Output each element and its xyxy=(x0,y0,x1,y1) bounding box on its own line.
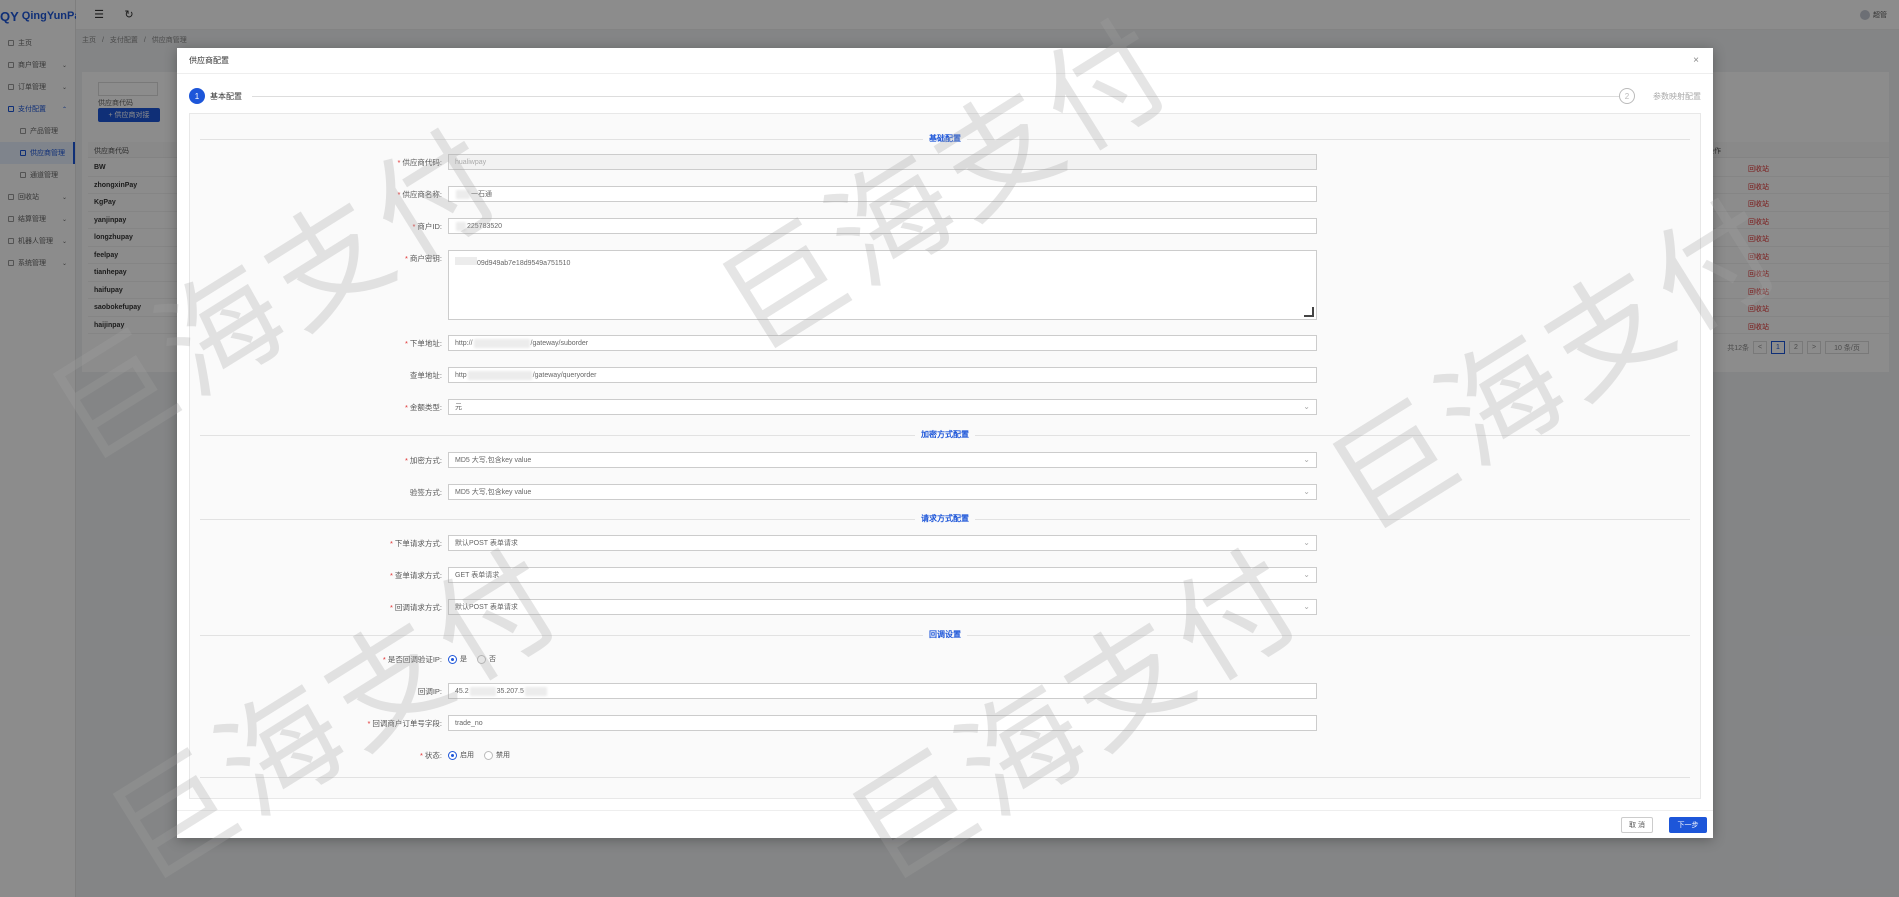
field-label: * 状态: xyxy=(419,751,442,760)
section-encrypt: 加密方式配置 xyxy=(200,428,1690,442)
callback-request-select[interactable]: 默认POST 表单请求 ⌄ xyxy=(448,599,1317,615)
step-2-label: 参数映射配置 xyxy=(1653,92,1701,101)
form-row-code: * 供应商代码: hualiwpay xyxy=(190,154,1702,170)
status-radio-group: 启用 禁用 xyxy=(448,750,510,760)
field-label: * 供应商名称: xyxy=(397,190,442,199)
field-label: * 供应商代码: xyxy=(397,158,442,167)
section-title: 回调设置 xyxy=(923,629,967,640)
dialog-header: 供应商配置 × xyxy=(177,48,1713,74)
section-request: 请求方式配置 xyxy=(200,512,1690,526)
encrypt-method-select[interactable]: MD5 大写,包含key value ⌄ xyxy=(448,452,1317,468)
close-icon[interactable]: × xyxy=(1689,54,1703,68)
field-label: * 加密方式: xyxy=(404,456,442,465)
next-step-button[interactable]: 下一步 xyxy=(1669,817,1707,833)
amount-type-select[interactable]: 元 ⌄ xyxy=(448,399,1317,415)
resize-handle-icon[interactable] xyxy=(1304,307,1314,317)
section-title: 加密方式配置 xyxy=(915,429,975,440)
chevron-down-icon: ⌄ xyxy=(1303,455,1310,464)
cancel-button[interactable]: 取 消 xyxy=(1621,817,1653,833)
form-row-query-url: 查单地址: http/gateway/queryorder xyxy=(190,367,1702,383)
status-disabled-radio[interactable]: 禁用 xyxy=(484,750,510,760)
form-row-name: * 供应商名称: 一石通 xyxy=(190,186,1702,202)
chevron-down-icon: ⌄ xyxy=(1303,570,1310,579)
form-row-order-url: * 下单地址: http:///gateway/suborder xyxy=(190,335,1702,351)
merchant-key-textarea[interactable]: 09d949ab7e18d9549a751510 xyxy=(448,250,1317,320)
field-label: * 回调商户订单号字段: xyxy=(367,719,442,728)
step-connector xyxy=(252,96,1619,97)
callback-ip-field[interactable]: 45.2 35.207.5 xyxy=(448,683,1317,699)
ip-verify-no-radio[interactable]: 否 xyxy=(477,654,496,664)
dialog-title: 供应商配置 xyxy=(189,56,229,65)
section-title: 基础配置 xyxy=(923,133,967,144)
field-label: * 查单请求方式: xyxy=(389,571,442,580)
form-row-encrypt: * 加密方式: MD5 大写,包含key value ⌄ xyxy=(190,452,1702,468)
section-basic: 基础配置 xyxy=(200,132,1690,146)
order-url-field[interactable]: http:///gateway/suborder xyxy=(448,335,1317,351)
form-row-verify: 验签方式: MD5 大写,包含key value ⌄ xyxy=(190,484,1702,500)
steps: 1 基本配置 2 参数映射配置 xyxy=(189,88,1701,104)
supplier-code-field: hualiwpay xyxy=(448,154,1317,170)
divider xyxy=(200,777,1690,778)
field-label: * 回调请求方式: xyxy=(389,603,442,612)
chevron-down-icon: ⌄ xyxy=(1303,402,1310,411)
merchant-id-field[interactable]: 225783520 xyxy=(448,218,1317,234)
form-row-callback-request: * 回调请求方式: 默认POST 表单请求 ⌄ xyxy=(190,599,1702,615)
chevron-down-icon: ⌄ xyxy=(1303,602,1310,611)
ip-verify-radio-group: 是 否 xyxy=(448,654,496,664)
form-row-amount-type: * 金额类型: 元 ⌄ xyxy=(190,399,1702,415)
order-request-select[interactable]: 默认POST 表单请求 ⌄ xyxy=(448,535,1317,551)
form-row-order-field: * 回调商户订单号字段: trade_no xyxy=(190,715,1702,731)
step-1-indicator: 1 xyxy=(189,88,205,104)
field-label: 回调IP: xyxy=(417,687,442,696)
section-title: 请求方式配置 xyxy=(915,513,975,524)
form-row-ip-verify: * 是否回调验证IP: 是 否 xyxy=(190,651,1702,667)
query-request-select[interactable]: GET 表单请求 ⌄ xyxy=(448,567,1317,583)
field-label: * 商户ID: xyxy=(412,222,442,231)
supplier-config-dialog: 供应商配置 × 1 基本配置 2 参数映射配置 基础配置 * 供应商代码: hua… xyxy=(177,48,1713,838)
ip-verify-yes-radio[interactable]: 是 xyxy=(448,654,467,664)
field-label: * 下单地址: xyxy=(404,339,442,348)
dialog-footer: 取 消 下一步 xyxy=(177,810,1713,838)
form-row-merchant-key: * 商户密钥: 09d949ab7e18d9549a751510 xyxy=(190,250,1702,320)
field-label: * 是否回调验证IP: xyxy=(382,655,442,664)
callback-order-field[interactable]: trade_no xyxy=(448,715,1317,731)
step-1-label: 基本配置 xyxy=(210,92,242,101)
field-label: * 金额类型: xyxy=(404,403,442,412)
field-label: * 下单请求方式: xyxy=(389,539,442,548)
verify-method-select[interactable]: MD5 大写,包含key value ⌄ xyxy=(448,484,1317,500)
section-callback: 回调设置 xyxy=(200,628,1690,642)
status-enabled-radio[interactable]: 启用 xyxy=(448,750,474,760)
chevron-down-icon: ⌄ xyxy=(1303,538,1310,547)
form-area: 基础配置 * 供应商代码: hualiwpay * 供应商名称: 一石通 * 商户ID… xyxy=(189,113,1701,799)
field-label: * 商户密钥: xyxy=(404,254,442,263)
field-label: 验签方式: xyxy=(409,488,442,497)
form-row-merchant-id: * 商户ID: 225783520 xyxy=(190,218,1702,234)
form-row-status: * 状态: 启用 禁用 xyxy=(190,747,1702,763)
chevron-down-icon: ⌄ xyxy=(1303,487,1310,496)
supplier-name-field[interactable]: 一石通 xyxy=(448,186,1317,202)
form-row-order-request: * 下单请求方式: 默认POST 表单请求 ⌄ xyxy=(190,535,1702,551)
query-url-field[interactable]: http/gateway/queryorder xyxy=(448,367,1317,383)
form-row-callback-ip: 回调IP: 45.2 35.207.5 xyxy=(190,683,1702,699)
form-row-query-request: * 查单请求方式: GET 表单请求 ⌄ xyxy=(190,567,1702,583)
field-label: 查单地址: xyxy=(409,371,442,380)
step-2-indicator: 2 xyxy=(1619,88,1635,104)
